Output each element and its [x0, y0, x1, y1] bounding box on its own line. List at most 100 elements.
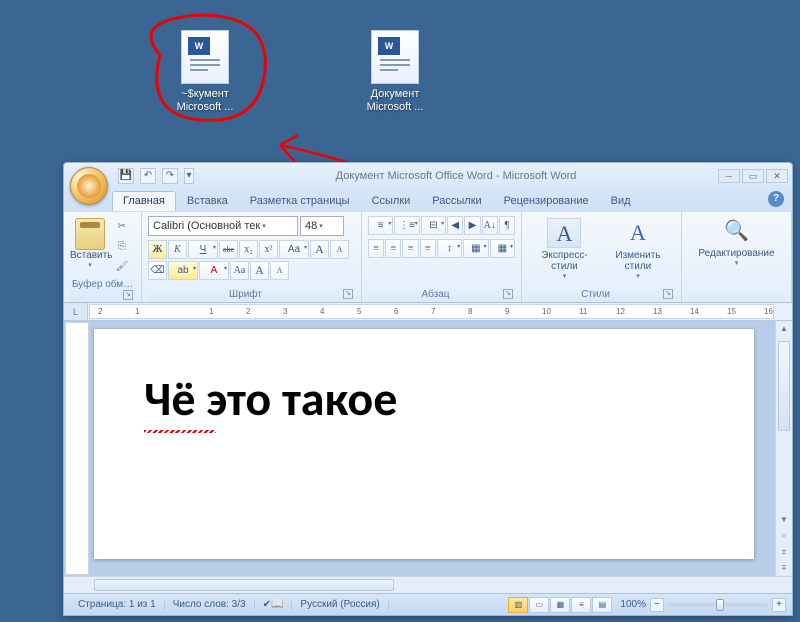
- change-case-button[interactable]: Aa▾: [279, 240, 309, 259]
- paste-button[interactable]: Вставить ▾: [70, 216, 110, 277]
- zoom-slider-knob[interactable]: [716, 599, 724, 611]
- italic-button[interactable]: К: [168, 240, 187, 259]
- view-web-layout[interactable]: ▦: [550, 597, 570, 613]
- shrink-font-button-2[interactable]: A: [270, 261, 289, 280]
- qat-more-button[interactable]: ▾: [184, 168, 194, 184]
- change-styles-button[interactable]: A Изменить стили ▾: [605, 218, 671, 280]
- group-label-paragraph: Абзац↘: [368, 287, 515, 302]
- ruler-corner[interactable]: L: [64, 303, 88, 320]
- justify-button[interactable]: ≡: [420, 239, 436, 258]
- strike-button[interactable]: abc: [219, 240, 238, 259]
- grow-font-button[interactable]: A: [310, 240, 329, 259]
- align-right-button[interactable]: ≡: [402, 239, 418, 258]
- subscript-button[interactable]: x₂: [239, 240, 258, 259]
- numbering-button[interactable]: ⋮≡▾: [394, 216, 419, 235]
- underline-button[interactable]: Ч▾: [188, 240, 218, 259]
- ruler-area: L 2112345678910111213141516: [64, 303, 792, 321]
- view-print-layout[interactable]: ▥: [508, 597, 528, 613]
- view-buttons: ▥ ▭ ▦ ≡ ▤: [508, 597, 612, 613]
- next-page-button[interactable]: ∓: [776, 560, 792, 576]
- editing-button[interactable]: 🔍 Редактирование ▾: [698, 216, 774, 287]
- browse-object-button[interactable]: ○: [776, 528, 792, 544]
- zoom-slider[interactable]: [668, 603, 768, 607]
- bold-button[interactable]: Ж: [148, 240, 167, 259]
- view-draft[interactable]: ▤: [592, 597, 612, 613]
- ribbon-tabs: Главная Вставка Разметка страницы Ссылки…: [64, 189, 792, 211]
- hscroll-thumb[interactable]: [94, 579, 394, 591]
- clipboard-launcher[interactable]: ↘: [123, 290, 133, 300]
- font-size-combo[interactable]: 48▾: [300, 216, 344, 236]
- tab-view[interactable]: Вид: [600, 191, 642, 211]
- grow-font-button-2[interactable]: A: [250, 261, 269, 280]
- multilevel-button[interactable]: ⊟▾: [421, 216, 446, 235]
- increase-indent-button[interactable]: ▶: [464, 216, 480, 235]
- minimize-button[interactable]: ─: [718, 169, 740, 183]
- view-full-reading[interactable]: ▭: [529, 597, 549, 613]
- show-marks-button[interactable]: ¶: [499, 216, 515, 235]
- tab-insert[interactable]: Вставка: [176, 191, 239, 211]
- highlight-button[interactable]: ab▾: [168, 261, 198, 280]
- close-button[interactable]: ✕: [766, 169, 788, 183]
- maximize-button[interactable]: ▭: [742, 169, 764, 183]
- vertical-ruler[interactable]: [65, 322, 89, 575]
- status-word-count[interactable]: Число слов: 3/3: [165, 599, 255, 610]
- qat-redo-button[interactable]: ↷: [162, 168, 178, 184]
- align-center-button[interactable]: ≡: [385, 239, 401, 258]
- status-spellcheck-icon[interactable]: ✔📖: [255, 599, 293, 610]
- tab-references[interactable]: Ссылки: [361, 191, 422, 211]
- styles-launcher[interactable]: ↘: [663, 289, 673, 299]
- align-left-button[interactable]: ≡: [368, 239, 384, 258]
- zoom-out-button[interactable]: −: [650, 598, 664, 612]
- font-aa-button[interactable]: Aa: [230, 261, 249, 280]
- group-styles: A Экспресс-стили ▾ A Изменить стили ▾ Ст…: [522, 212, 682, 302]
- paste-icon: [75, 218, 105, 250]
- superscript-button[interactable]: x²: [259, 240, 278, 259]
- format-painter-button[interactable]: 🖌: [112, 258, 132, 276]
- quick-styles-button[interactable]: A Экспресс-стили ▾: [532, 218, 597, 280]
- quick-access-toolbar: 💾 ↶ ↷ ▾: [118, 168, 194, 184]
- font-color-button[interactable]: A▾: [199, 261, 229, 280]
- office-button[interactable]: [70, 167, 108, 205]
- clear-format-button[interactable]: ⌫: [148, 261, 167, 280]
- tab-page-layout[interactable]: Разметка страницы: [239, 191, 361, 211]
- cut-button[interactable]: ✂: [112, 218, 132, 236]
- prev-page-button[interactable]: ±: [776, 544, 792, 560]
- tab-mailings[interactable]: Рассылки: [421, 191, 492, 211]
- scroll-up-arrow[interactable]: ▲: [776, 321, 792, 337]
- shading-button[interactable]: ▦▾: [463, 239, 488, 258]
- scroll-thumb[interactable]: [778, 341, 790, 431]
- shrink-font-button[interactable]: A: [330, 240, 349, 259]
- decrease-indent-button[interactable]: ◀: [447, 216, 463, 235]
- page-scroll-area[interactable]: Чё это такое: [90, 321, 792, 576]
- horizontal-scrollbar[interactable]: [64, 576, 792, 593]
- horizontal-ruler[interactable]: 2112345678910111213141516: [89, 304, 774, 319]
- scroll-down-arrow[interactable]: ▼: [776, 512, 792, 528]
- desktop-icon-document[interactable]: W Документ Microsoft ...: [350, 30, 440, 114]
- tab-home[interactable]: Главная: [112, 191, 176, 211]
- titlebar[interactable]: 💾 ↶ ↷ ▾ Документ Microsoft Office Word -…: [64, 163, 792, 189]
- borders-button[interactable]: ▦▾: [490, 239, 515, 258]
- sort-button[interactable]: A↓: [482, 216, 498, 235]
- vertical-scrollbar[interactable]: ▲ ▼ ○ ± ∓: [775, 321, 792, 576]
- font-launcher[interactable]: ↘: [343, 289, 353, 299]
- status-page[interactable]: Страница: 1 из 1: [70, 599, 165, 610]
- document-area: Чё это такое ▲ ▼ ○ ± ∓: [64, 321, 792, 576]
- copy-button[interactable]: ⎘: [112, 238, 132, 256]
- paragraph-launcher[interactable]: ↘: [503, 289, 513, 299]
- group-editing: 🔍 Редактирование ▾: [682, 212, 792, 302]
- tab-review[interactable]: Рецензирование: [493, 191, 600, 211]
- zoom-in-button[interactable]: +: [772, 598, 786, 612]
- bullets-button[interactable]: ≡▾: [368, 216, 393, 235]
- document-text[interactable]: Чё это такое: [144, 369, 704, 428]
- line-spacing-button[interactable]: ↕▾: [437, 239, 462, 258]
- font-name-combo[interactable]: Calibri (Основной тек▾: [148, 216, 298, 236]
- desktop-icon-tempfile[interactable]: W ~$кумент Microsoft ...: [160, 30, 250, 114]
- help-button[interactable]: ?: [768, 191, 784, 207]
- qat-save-button[interactable]: 💾: [118, 168, 134, 184]
- zoom-level[interactable]: 100%: [620, 599, 646, 610]
- qat-undo-button[interactable]: ↶: [140, 168, 156, 184]
- status-language[interactable]: Русский (Россия): [292, 599, 388, 610]
- document-page[interactable]: Чё это такое: [94, 329, 754, 559]
- word-window: 💾 ↶ ↷ ▾ Документ Microsoft Office Word -…: [63, 162, 793, 616]
- view-outline[interactable]: ≡: [571, 597, 591, 613]
